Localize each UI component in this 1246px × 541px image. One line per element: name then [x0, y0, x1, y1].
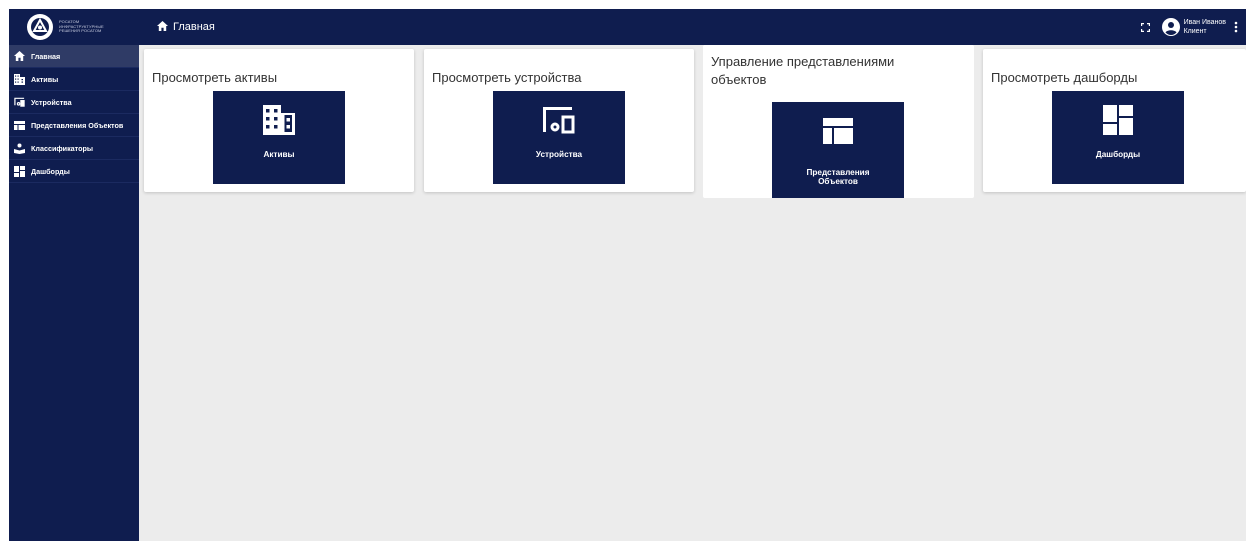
- card-title: Просмотреть активы: [152, 70, 278, 85]
- sidebar-item-home[interactable]: Главная: [9, 45, 139, 68]
- dashboards-button[interactable]: Дашборды: [1052, 91, 1184, 184]
- tile-label: Дашборды: [1095, 150, 1141, 159]
- tile-label: Устройства: [535, 150, 583, 159]
- classifier-icon: [14, 143, 25, 154]
- breadcrumb-label: Главная: [173, 21, 215, 33]
- atom-logo-icon: [27, 14, 53, 40]
- sidebar-item-label: Дашборды: [31, 166, 70, 176]
- object-views-button[interactable]: Представления Объектов: [772, 102, 904, 198]
- tile-label: Представления Объектов: [806, 168, 870, 186]
- devices-button[interactable]: Устройства: [493, 91, 625, 184]
- sidebar-item-assets[interactable]: Активы: [9, 68, 139, 91]
- sidebar-item-label: Классификаторы: [31, 143, 94, 153]
- sidebar-item-object-views[interactable]: Представления Объектов: [9, 114, 139, 137]
- assets-button[interactable]: Активы: [213, 91, 345, 184]
- card-title: Просмотреть устройства: [432, 70, 582, 85]
- building-icon: [262, 103, 296, 137]
- dashboard-icon: [14, 165, 25, 177]
- user-info[interactable]: Иван Иванов Клиент: [1184, 18, 1226, 36]
- more-vert-icon[interactable]: [1234, 21, 1238, 33]
- devices-icon: [542, 103, 576, 137]
- assets-card: Просмотреть активы Активы: [144, 49, 414, 192]
- devices-card: Просмотреть устройства Устройства: [424, 49, 694, 192]
- devices-icon: [14, 97, 25, 108]
- sidebar-item-label: Представления Объектов: [31, 120, 124, 130]
- brand-logo-text: РОСАТОМ ИНФРАСТРУКТУРНЫЕ РЕШЕНИЯ РОСАТОМ: [59, 19, 104, 34]
- sidebar-item-label: Главная: [31, 51, 61, 61]
- sidebar: Главная Активы Устройства Представления …: [9, 45, 139, 541]
- tile-label: Активы: [263, 150, 295, 159]
- card-title: Управление представлениями объектов: [711, 54, 895, 87]
- dashboards-card: Просмотреть дашборды Дашборды: [983, 49, 1246, 192]
- sidebar-item-devices[interactable]: Устройства: [9, 91, 139, 114]
- brand-logo[interactable]: РОСАТОМ ИНФРАСТРУКТУРНЫЕ РЕШЕНИЯ РОСАТОМ: [27, 14, 111, 40]
- app-frame: РОСАТОМ ИНФРАСТРУКТУРНЫЕ РЕШЕНИЯ РОСАТОМ…: [9, 9, 1246, 541]
- fullscreen-icon[interactable]: [1140, 22, 1150, 32]
- dashboard-icon: [1101, 103, 1135, 137]
- sidebar-item-label: Активы: [31, 74, 59, 84]
- user-name: Иван Иванов: [1183, 19, 1226, 26]
- sidebar-item-label: Устройства: [31, 97, 72, 107]
- breadcrumb[interactable]: Главная: [157, 9, 215, 45]
- object-views-card: Управление представлениями объектов Пред…: [703, 45, 974, 198]
- top-bar: РОСАТОМ ИНФРАСТРУКТУРНЫЕ РЕШЕНИЯ РОСАТОМ…: [9, 9, 1246, 45]
- sidebar-item-dashboards[interactable]: Дашборды: [9, 160, 139, 183]
- home-icon: [157, 20, 168, 34]
- sidebar-item-classifiers[interactable]: Классификаторы: [9, 137, 139, 160]
- building-icon: [14, 73, 25, 85]
- user-role: Клиент: [1183, 28, 1207, 35]
- view-icon: [14, 120, 25, 131]
- view-icon: [821, 114, 855, 148]
- card-title: Просмотреть дашборды: [991, 70, 1138, 85]
- account-circle-icon[interactable]: [1161, 18, 1180, 36]
- home-icon: [14, 51, 25, 62]
